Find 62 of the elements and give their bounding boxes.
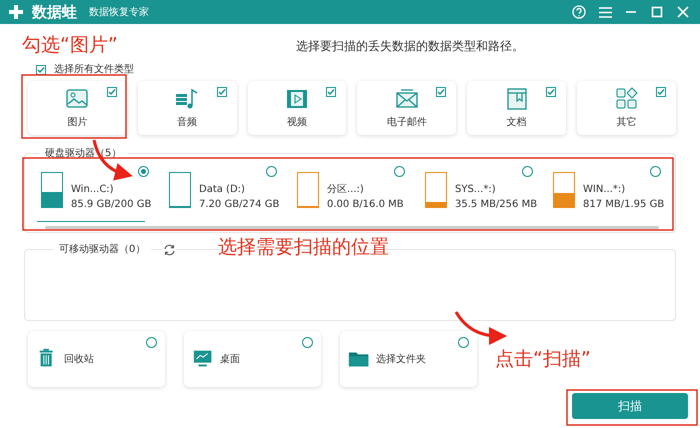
checkbox[interactable] <box>656 87 666 97</box>
section-label: 可移动驱动器（0） <box>53 242 152 257</box>
location-label: 选择文件夹 <box>376 352 426 366</box>
location-card[interactable]: 回收站 <box>28 331 165 387</box>
instruction-text: 选择要扫描的丢失数据的数据类型和路径。 <box>296 39 524 53</box>
file-type-label: 电子邮件 <box>386 116 427 130</box>
radio-button[interactable] <box>650 166 661 177</box>
radio-button[interactable] <box>266 166 277 177</box>
checkbox[interactable] <box>326 87 336 97</box>
annotation-arrow <box>454 311 507 345</box>
annotation-text: 点击“扫描” <box>495 350 591 369</box>
file-type-label: 其它 <box>616 116 637 130</box>
radio-button[interactable] <box>394 166 405 177</box>
app-subtitle: 数据恢复专家 <box>89 6 149 20</box>
annotation-text: 选择需要扫描的位置 <box>218 238 389 257</box>
help-button[interactable] <box>570 3 588 21</box>
file-type-card[interactable]: 图片 <box>28 81 127 135</box>
file-type-card[interactable]: 视频 <box>248 81 346 135</box>
annotation-arrow <box>92 140 133 180</box>
scan-button[interactable]: 扫描 <box>572 393 688 419</box>
file-type-label: 图片 <box>67 116 88 130</box>
file-type-label: 视频 <box>287 116 308 130</box>
drive-usage: 817 MB/1.95 GB <box>583 198 664 212</box>
radio-button[interactable] <box>458 337 469 348</box>
drive-name: 分区...:) <box>327 183 365 197</box>
drive-usage: 35.5 MB/256 MB <box>455 198 538 212</box>
location-label: 桌面 <box>220 352 240 366</box>
drive-name: Win...C:) <box>71 183 115 197</box>
file-type-card[interactable]: 文档 <box>467 81 566 135</box>
radio-button[interactable] <box>522 166 533 177</box>
checkbox[interactable] <box>436 87 446 97</box>
radio-button[interactable] <box>146 337 157 348</box>
drive-usage: 85.9 GB/200 GB <box>71 198 152 212</box>
help-icon <box>572 5 586 19</box>
drive-usage: 0.00 B/16.0 MB <box>327 198 404 212</box>
checkbox[interactable] <box>106 87 117 97</box>
refresh-icon[interactable] <box>163 244 176 256</box>
file-type-card[interactable]: 音频 <box>138 81 237 135</box>
logo-icon <box>8 4 24 20</box>
location-card[interactable]: 选择文件夹 <box>340 331 477 387</box>
drive-name: Data (D:) <box>199 183 246 197</box>
drive-name: WIN...*:) <box>583 183 626 197</box>
location-card[interactable]: 桌面 <box>184 331 321 387</box>
close-icon <box>677 6 689 18</box>
annotation-text: 勾选“图片” <box>22 36 118 55</box>
location-label: 回收站 <box>64 352 94 366</box>
file-type-label: 音频 <box>177 116 198 130</box>
radio-button[interactable] <box>302 337 313 348</box>
file-type-label: 文档 <box>506 116 527 130</box>
drive-name: SYS...*:) <box>455 183 497 197</box>
select-all-label: 选择所有文件类型 <box>54 62 134 77</box>
menu-icon <box>598 6 612 18</box>
checkbox[interactable] <box>216 87 227 97</box>
select-all-checkbox[interactable] <box>36 64 46 74</box>
drive-usage: 7.20 GB/274 GB <box>199 198 280 212</box>
file-type-card[interactable]: 其它 <box>577 81 676 135</box>
maximize-icon <box>651 6 663 18</box>
checkbox[interactable] <box>546 87 556 97</box>
file-type-card[interactable]: 电子邮件 <box>357 81 456 135</box>
app-name: 数据蛙 <box>32 2 77 23</box>
scrollbar[interactable] <box>45 226 659 229</box>
radio-button[interactable] <box>138 166 149 177</box>
